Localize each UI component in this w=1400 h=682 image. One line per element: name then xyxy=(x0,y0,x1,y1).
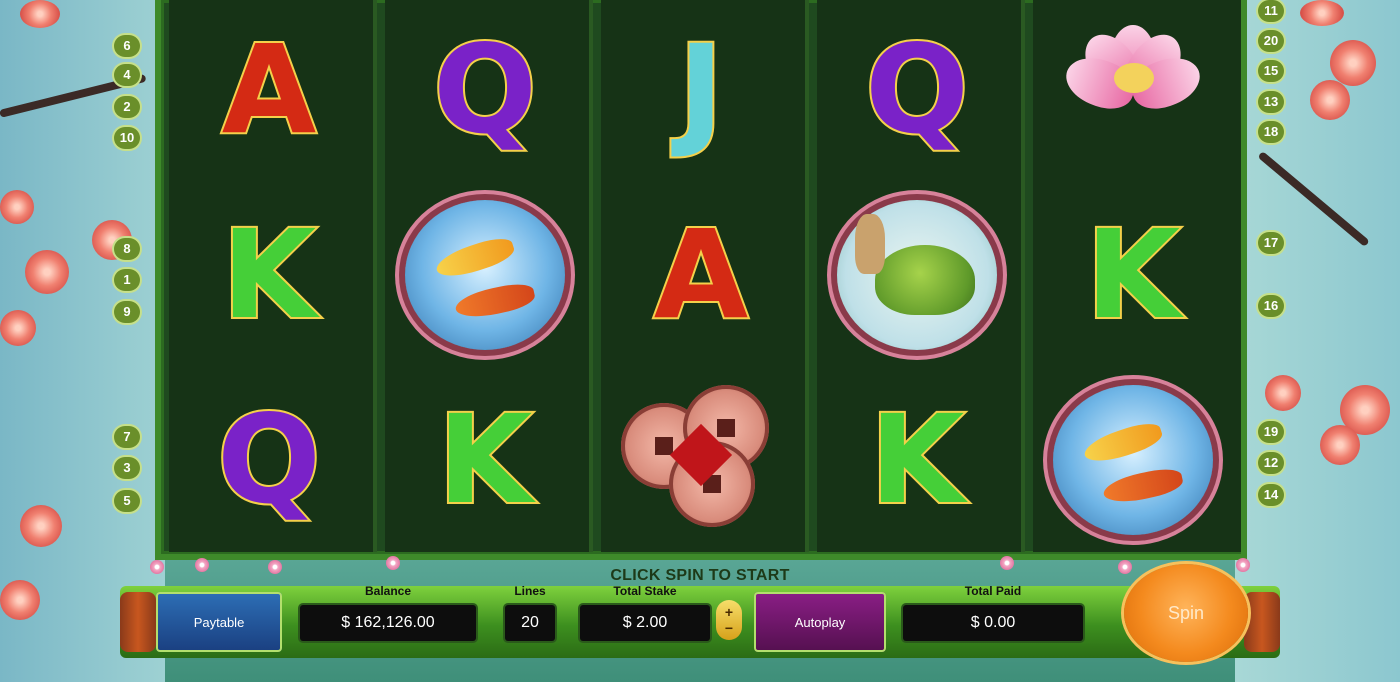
symbol-coins xyxy=(601,370,801,550)
blossom-decoration xyxy=(1330,40,1376,86)
lotus-icon xyxy=(1048,15,1218,165)
blossom-decoration xyxy=(0,580,40,620)
symbol-lotus xyxy=(1033,0,1233,180)
symbol-k: K xyxy=(169,185,369,365)
flower-decoration xyxy=(1000,556,1014,570)
balance-value: $ 162,126.00 xyxy=(300,605,476,641)
payline-19[interactable]: 19 xyxy=(1258,421,1284,443)
payline-18[interactable]: 18 xyxy=(1258,121,1284,143)
symbol-q-letter: Q xyxy=(215,389,323,531)
reel-2: Q K xyxy=(385,0,593,552)
payline-17[interactable]: 17 xyxy=(1258,232,1284,254)
lines-value: 20 xyxy=(505,605,555,641)
symbol-k: K xyxy=(817,370,1017,550)
payline-9[interactable]: 9 xyxy=(114,301,140,323)
payline-12[interactable]: 12 xyxy=(1258,452,1284,474)
payline-3[interactable]: 3 xyxy=(114,457,140,479)
gold-fish-icon xyxy=(1080,418,1166,468)
symbol-a-letter: A xyxy=(220,19,318,161)
symbol-k-letter: K xyxy=(868,389,967,531)
autoplay-button[interactable]: Autoplay xyxy=(754,592,886,652)
flower-decoration xyxy=(1236,558,1250,572)
payline-1[interactable]: 1 xyxy=(114,269,140,291)
total-stake-value: $ 2.00 xyxy=(580,605,710,641)
blossom-decoration xyxy=(1320,425,1360,465)
symbol-q: Q xyxy=(385,0,585,180)
total-stake-label: Total Stake xyxy=(613,584,677,598)
symbol-k: K xyxy=(385,370,585,550)
symbol-a-letter: A xyxy=(652,204,750,346)
koi-fish-icon xyxy=(1053,385,1213,535)
reel-3: J A xyxy=(601,0,809,552)
flower-decoration xyxy=(150,560,164,574)
total-paid-value: $ 0.00 xyxy=(903,605,1083,641)
turtle-icon xyxy=(837,200,997,350)
symbol-q-letter: Q xyxy=(863,19,971,161)
reel-1: A K Q xyxy=(169,0,377,552)
payline-5[interactable]: 5 xyxy=(114,490,140,512)
symbol-q: Q xyxy=(817,0,1017,180)
payline-20[interactable]: 20 xyxy=(1258,30,1284,52)
payline-11[interactable]: 11 xyxy=(1258,0,1284,22)
payline-15[interactable]: 15 xyxy=(1258,60,1284,82)
flower-decoration xyxy=(386,556,400,570)
bar-endcap-left xyxy=(120,592,156,652)
blossom-decoration xyxy=(20,505,62,547)
symbol-koi xyxy=(1033,370,1233,550)
stake-decrease-button[interactable]: − xyxy=(725,620,733,636)
koi-fish-icon xyxy=(405,200,565,350)
symbol-a: A xyxy=(601,185,801,365)
symbol-j-letter: J xyxy=(676,19,725,161)
balance-label: Balance xyxy=(364,584,412,598)
bar-endcap-right xyxy=(1244,592,1280,652)
status-message: CLICK SPIN TO START xyxy=(610,567,790,584)
symbol-q: Q xyxy=(169,370,369,550)
symbol-k: K xyxy=(1033,185,1233,365)
symbol-a: A xyxy=(169,0,369,180)
gold-fish-icon xyxy=(432,233,518,283)
red-fish-icon xyxy=(453,279,537,323)
payline-13[interactable]: 13 xyxy=(1258,91,1284,113)
payline-6[interactable]: 6 xyxy=(114,35,140,57)
payline-7[interactable]: 7 xyxy=(114,426,140,448)
blossom-decoration xyxy=(1300,0,1344,26)
payline-8[interactable]: 8 xyxy=(114,238,140,260)
payline-16[interactable]: 16 xyxy=(1258,295,1284,317)
spin-button[interactable]: Spin xyxy=(1124,564,1248,662)
blossom-decoration xyxy=(0,190,34,224)
paytable-button[interactable]: Paytable xyxy=(156,592,282,652)
reel-5: K xyxy=(1033,0,1241,552)
reels-frame: A K Q Q K J A Q K K xyxy=(155,0,1247,560)
blossom-decoration xyxy=(1265,375,1301,411)
symbol-j: J xyxy=(601,0,801,180)
payline-10[interactable]: 10 xyxy=(114,127,140,149)
blossom-decoration xyxy=(25,250,69,294)
flower-decoration xyxy=(195,558,209,572)
symbol-k-letter: K xyxy=(436,389,535,531)
symbol-k-letter: K xyxy=(1084,204,1183,346)
blossom-decoration xyxy=(1310,80,1350,120)
total-paid-label: Total Paid xyxy=(964,584,1022,598)
flower-decoration xyxy=(268,560,282,574)
red-fish-icon xyxy=(1101,464,1185,508)
symbol-q-letter: Q xyxy=(431,19,539,161)
reel-4: Q K xyxy=(817,0,1025,552)
stake-stepper[interactable]: + − xyxy=(716,600,742,640)
blossom-decoration xyxy=(20,0,60,28)
coins-icon xyxy=(621,385,781,535)
payline-14[interactable]: 14 xyxy=(1258,484,1284,506)
payline-2[interactable]: 2 xyxy=(114,96,140,118)
flower-decoration xyxy=(1118,560,1132,574)
symbol-turtle xyxy=(817,185,1017,365)
symbol-koi xyxy=(385,185,585,365)
symbol-k-letter: K xyxy=(220,204,319,346)
blossom-decoration xyxy=(0,310,36,346)
payline-4[interactable]: 4 xyxy=(114,64,140,86)
lines-label: Lines xyxy=(514,584,546,598)
stake-increase-button[interactable]: + xyxy=(725,604,733,620)
